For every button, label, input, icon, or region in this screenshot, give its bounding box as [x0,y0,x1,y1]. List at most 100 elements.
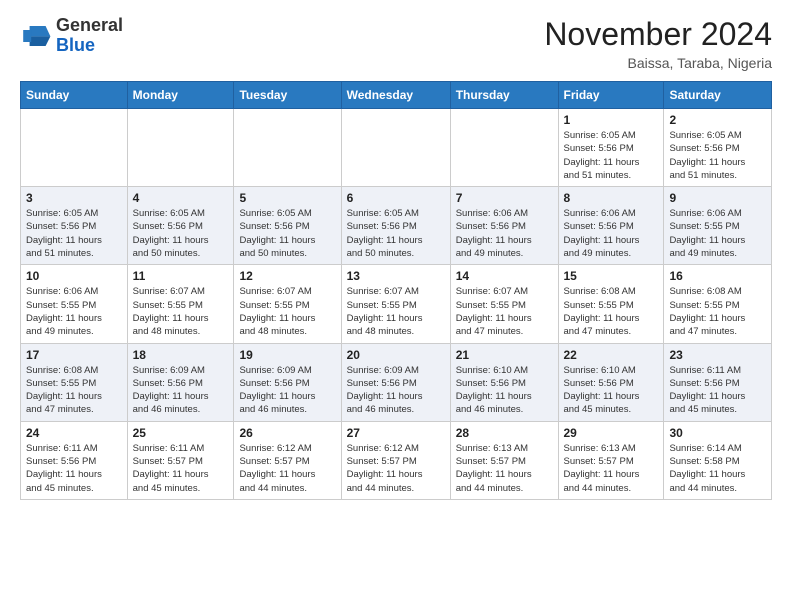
day-number: 13 [347,269,445,283]
day-number: 23 [669,348,766,362]
calendar-cell: 3 Sunrise: 6:05 AMSunset: 5:56 PMDaylight… [21,187,128,265]
calendar-cell: 16 Sunrise: 6:08 AMSunset: 5:55 PMDayligh… [664,265,772,343]
day-number: 1 [564,113,659,127]
day-number: 16 [669,269,766,283]
day-number: 11 [133,269,229,283]
calendar-cell: 28 Sunrise: 6:13 AMSunset: 5:57 PMDayligh… [450,421,558,499]
calendar-week-1: 1 Sunrise: 6:05 AMSunset: 5:56 PMDaylight… [21,109,772,187]
day-number: 21 [456,348,553,362]
calendar-cell: 12 Sunrise: 6:07 AMSunset: 5:55 PMDayligh… [234,265,341,343]
day-info: Sunrise: 6:10 AMSunset: 5:56 PMDaylight:… [456,364,553,417]
day-info: Sunrise: 6:08 AMSunset: 5:55 PMDaylight:… [669,285,766,338]
day-number: 22 [564,348,659,362]
day-info: Sunrise: 6:05 AMSunset: 5:56 PMDaylight:… [669,129,766,182]
calendar-cell: 22 Sunrise: 6:10 AMSunset: 5:56 PMDayligh… [558,343,664,421]
day-info: Sunrise: 6:07 AMSunset: 5:55 PMDaylight:… [133,285,229,338]
calendar-cell: 5Sunrise: 6:05 AMSunset: 5:56 PMDaylight… [234,187,341,265]
day-info: Sunrise: 6:13 AMSunset: 5:57 PMDaylight:… [564,442,659,495]
day-info: Sunrise: 6:11 AMSunset: 5:56 PMDaylight:… [669,364,766,417]
title-block: November 2024 Baissa, Taraba, Nigeria [544,16,772,71]
calendar-cell: 14 Sunrise: 6:07 AMSunset: 5:55 PMDayligh… [450,265,558,343]
day-info: Sunrise: 6:06 AMSunset: 5:55 PMDaylight:… [26,285,122,338]
calendar-cell: 26Sunrise: 6:12 AMSunset: 5:57 PMDayligh… [234,421,341,499]
day-info: Sunrise: 6:07 AMSunset: 5:55 PMDaylight:… [456,285,553,338]
calendar-table: SundayMondayTuesdayWednesdayThursdayFrid… [20,81,772,500]
day-number: 19 [239,348,335,362]
logo-icon [20,22,52,50]
calendar-cell: 19 Sunrise: 6:09 AMSunset: 5:56 PMDayligh… [234,343,341,421]
day-info: Sunrise: 6:08 AMSunset: 5:55 PMDaylight:… [26,364,122,417]
day-number: 7 [456,191,553,205]
day-number: 5 [239,191,335,205]
day-number: 25 [133,426,229,440]
calendar-cell [127,109,234,187]
day-number: 24 [26,426,122,440]
day-info: Sunrise: 6:06 AMSunset: 5:56 PMDaylight:… [456,207,553,260]
calendar-week-5: 24Sunrise: 6:11 AMSunset: 5:56 PMDayligh… [21,421,772,499]
calendar-cell: 18 Sunrise: 6:09 AMSunset: 5:56 PMDayligh… [127,343,234,421]
day-number: 20 [347,348,445,362]
day-info: Sunrise: 6:09 AMSunset: 5:56 PMDaylight:… [239,364,335,417]
day-number: 29 [564,426,659,440]
day-number: 26 [239,426,335,440]
day-number: 4 [133,191,229,205]
month-title: November 2024 [544,16,772,53]
day-number: 9 [669,191,766,205]
calendar-cell: 13 Sunrise: 6:07 AMSunset: 5:55 PMDayligh… [341,265,450,343]
calendar-cell: 29 Sunrise: 6:13 AMSunset: 5:57 PMDayligh… [558,421,664,499]
day-info: Sunrise: 6:09 AMSunset: 5:56 PMDaylight:… [347,364,445,417]
col-header-friday: Friday [558,82,664,109]
calendar-cell: 8Sunrise: 6:06 AMSunset: 5:56 PMDaylight… [558,187,664,265]
day-info: Sunrise: 6:06 AMSunset: 5:55 PMDaylight:… [669,207,766,260]
day-number: 30 [669,426,766,440]
day-number: 27 [347,426,445,440]
calendar-cell: 11 Sunrise: 6:07 AMSunset: 5:55 PMDayligh… [127,265,234,343]
calendar-cell: 30Sunrise: 6:14 AMSunset: 5:58 PMDayligh… [664,421,772,499]
calendar-cell: 4 Sunrise: 6:05 AMSunset: 5:56 PMDaylight… [127,187,234,265]
calendar-cell [450,109,558,187]
day-info: Sunrise: 6:05 AMSunset: 5:56 PMDaylight:… [347,207,445,260]
col-header-thursday: Thursday [450,82,558,109]
calendar-cell: 1 Sunrise: 6:05 AMSunset: 5:56 PMDaylight… [558,109,664,187]
day-number: 12 [239,269,335,283]
day-info: Sunrise: 6:05 AMSunset: 5:56 PMDaylight:… [564,129,659,182]
col-header-monday: Monday [127,82,234,109]
calendar-cell: 23 Sunrise: 6:11 AMSunset: 5:56 PMDayligh… [664,343,772,421]
day-number: 17 [26,348,122,362]
calendar-cell: 20 Sunrise: 6:09 AMSunset: 5:56 PMDayligh… [341,343,450,421]
day-info: Sunrise: 6:12 AMSunset: 5:57 PMDaylight:… [347,442,445,495]
day-info: Sunrise: 6:05 AMSunset: 5:56 PMDaylight:… [26,207,122,260]
page: General Blue November 2024 Baissa, Tarab… [0,0,792,516]
day-info: Sunrise: 6:05 AMSunset: 5:56 PMDaylight:… [133,207,229,260]
day-info: Sunrise: 6:07 AMSunset: 5:55 PMDaylight:… [347,285,445,338]
logo-text: General Blue [56,16,123,56]
day-info: Sunrise: 6:07 AMSunset: 5:55 PMDaylight:… [239,285,335,338]
calendar-cell: 17 Sunrise: 6:08 AMSunset: 5:55 PMDayligh… [21,343,128,421]
day-number: 2 [669,113,766,127]
day-info: Sunrise: 6:10 AMSunset: 5:56 PMDaylight:… [564,364,659,417]
day-number: 6 [347,191,445,205]
calendar-cell: 21 Sunrise: 6:10 AMSunset: 5:56 PMDayligh… [450,343,558,421]
col-header-saturday: Saturday [664,82,772,109]
calendar-week-3: 10 Sunrise: 6:06 AMSunset: 5:55 PMDayligh… [21,265,772,343]
calendar-cell [341,109,450,187]
col-header-wednesday: Wednesday [341,82,450,109]
calendar-cell [234,109,341,187]
calendar-cell: 15Sunrise: 6:08 AMSunset: 5:55 PMDayligh… [558,265,664,343]
day-number: 15 [564,269,659,283]
col-header-sunday: Sunday [21,82,128,109]
day-number: 18 [133,348,229,362]
day-info: Sunrise: 6:13 AMSunset: 5:57 PMDaylight:… [456,442,553,495]
day-number: 10 [26,269,122,283]
day-info: Sunrise: 6:09 AMSunset: 5:56 PMDaylight:… [133,364,229,417]
day-number: 28 [456,426,553,440]
calendar-week-2: 3 Sunrise: 6:05 AMSunset: 5:56 PMDaylight… [21,187,772,265]
logo: General Blue [20,16,123,56]
calendar-cell: 25Sunrise: 6:11 AMSunset: 5:57 PMDayligh… [127,421,234,499]
calendar-cell: 9 Sunrise: 6:06 AMSunset: 5:55 PMDaylight… [664,187,772,265]
calendar-week-4: 17 Sunrise: 6:08 AMSunset: 5:55 PMDayligh… [21,343,772,421]
day-number: 8 [564,191,659,205]
day-number: 3 [26,191,122,205]
day-number: 14 [456,269,553,283]
calendar-cell: 6 Sunrise: 6:05 AMSunset: 5:56 PMDaylight… [341,187,450,265]
